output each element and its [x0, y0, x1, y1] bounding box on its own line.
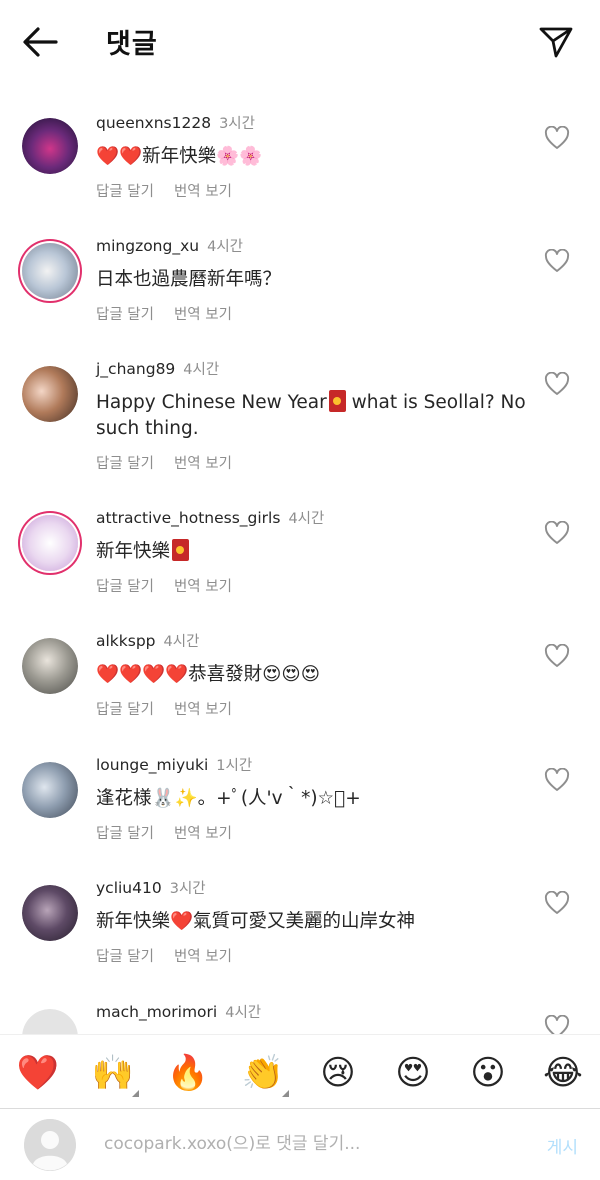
- reply-button[interactable]: 답글 달기: [96, 826, 154, 842]
- comment-time: 3시간: [219, 116, 255, 132]
- comment-time: 3시간: [169, 881, 206, 897]
- comment-time: 4시간: [163, 634, 200, 650]
- page-title: 댓글: [106, 29, 158, 60]
- translate-button[interactable]: 번역 보기: [174, 184, 232, 200]
- comment-time: 1시간: [216, 758, 253, 774]
- comment-text: 逢花様🐰✨。+ﾟ(人'v｀*)☆ﾟ+: [96, 788, 361, 809]
- default-user-icon: [24, 1119, 76, 1171]
- comment-text-part: 新年快樂: [96, 541, 171, 562]
- laughing-tears-emoji-icon[interactable]: 😂: [541, 1051, 585, 1095]
- avatar[interactable]: [22, 515, 78, 571]
- comment-item: j_chang89 4시간 Happy Chinese New Year what…: [0, 346, 600, 495]
- heart-icon[interactable]: [544, 521, 570, 545]
- crying-face-emoji-icon[interactable]: 😢: [316, 1051, 360, 1095]
- comment-username[interactable]: ycliu410: [96, 879, 162, 897]
- comment-text: 日本也過農曆新年嗎？: [96, 269, 282, 290]
- comment-item: lounge_miyuki 1시간 逢花様🐰✨。+ﾟ(人'v｀*)☆ﾟ+ 답글 달…: [0, 742, 600, 865]
- comment-username[interactable]: mach_morimori: [96, 1003, 217, 1021]
- comment-username[interactable]: attractive_hotness_girls: [96, 509, 280, 527]
- back-arrow-icon[interactable]: [20, 24, 60, 60]
- comment-username[interactable]: alkkspp: [96, 632, 156, 650]
- fire-emoji-icon[interactable]: 🔥: [166, 1051, 210, 1095]
- reply-button[interactable]: 답글 달기: [96, 949, 154, 965]
- skin-tone-indicator-icon: [132, 1090, 139, 1097]
- comment-time: 4시간: [207, 239, 244, 255]
- avatar[interactable]: [22, 366, 78, 422]
- comment-item: alkkspp 4시간 ❤️❤️❤️❤️恭喜發財😍😍😍 답글 달기 번역 보기: [0, 618, 600, 742]
- comment-time: 4시간: [225, 1005, 262, 1021]
- comment-item: queenxns1228 3시간 ❤️❤️新年快樂🌸🌸 답글 달기 번역 보기: [0, 100, 600, 223]
- heart-icon[interactable]: [544, 644, 570, 668]
- raising-hands-emoji-glyph: 🙌: [91, 1053, 135, 1093]
- comment-time: 4시간: [288, 511, 325, 527]
- comment-username[interactable]: j_chang89: [96, 360, 175, 378]
- reply-button[interactable]: 답글 달기: [96, 184, 154, 200]
- comment-text: ❤️❤️新年快樂🌸🌸: [96, 146, 263, 167]
- red-envelope-icon: [328, 390, 346, 412]
- heart-icon[interactable]: [544, 768, 570, 792]
- avatar[interactable]: [22, 243, 78, 299]
- comment-item: attractive_hotness_girls 4시간 新年快樂 답글 달기 번역…: [0, 495, 600, 618]
- reply-button[interactable]: 답글 달기: [96, 579, 154, 595]
- reply-button[interactable]: 답글 달기: [96, 456, 154, 472]
- translate-button[interactable]: 번역 보기: [174, 702, 232, 718]
- translate-button[interactable]: 번역 보기: [174, 826, 232, 842]
- heart-icon[interactable]: [544, 1015, 570, 1034]
- top-bar: 댓글: [0, 0, 600, 86]
- avatar[interactable]: [22, 638, 78, 694]
- comment-item: mingzong_xu 4시간 日本也過農曆新年嗎？ 답글 달기 번역 보기: [0, 223, 600, 346]
- comment-composer: 게시: [0, 1108, 600, 1180]
- translate-button[interactable]: 번역 보기: [174, 456, 232, 472]
- raising-hands-emoji-icon[interactable]: 🙌: [91, 1051, 139, 1097]
- avatar[interactable]: [22, 118, 78, 174]
- reply-button[interactable]: 답글 달기: [96, 702, 154, 718]
- heart-icon[interactable]: [544, 372, 570, 396]
- avatar[interactable]: [22, 885, 78, 941]
- comment-text: 新年快樂: [96, 539, 536, 565]
- heart-icon[interactable]: [544, 249, 570, 273]
- comment-text: Happy Chinese New Year what is Seollal? …: [96, 390, 536, 442]
- comment-text-part: Happy Chinese New Year: [96, 392, 327, 413]
- comment-input[interactable]: [104, 1129, 504, 1159]
- translate-button[interactable]: 번역 보기: [174, 579, 232, 595]
- send-icon[interactable]: [538, 24, 574, 60]
- comment-time: 4시간: [183, 362, 220, 378]
- avatar[interactable]: [22, 762, 78, 818]
- comment-username[interactable]: queenxns1228: [96, 114, 211, 132]
- translate-button[interactable]: 번역 보기: [174, 949, 232, 965]
- clapping-hands-emoji-glyph: 👏: [241, 1053, 285, 1093]
- comment-username[interactable]: mingzong_xu: [96, 237, 199, 255]
- heart-emoji-icon[interactable]: ❤️: [16, 1051, 60, 1095]
- clapping-hands-emoji-icon[interactable]: 👏: [241, 1051, 289, 1097]
- my-avatar: [24, 1119, 76, 1171]
- heart-icon[interactable]: [544, 891, 570, 915]
- surprised-face-emoji-icon[interactable]: 😮: [466, 1051, 510, 1095]
- skin-tone-indicator-icon: [282, 1090, 289, 1097]
- avatar[interactable]: [22, 1009, 78, 1034]
- reply-button[interactable]: 답글 달기: [96, 307, 154, 323]
- comment-text: 新年快樂❤️氣質可愛又美麗的山岸女神: [96, 911, 416, 932]
- post-button[interactable]: 게시: [547, 1133, 578, 1158]
- comment-username[interactable]: lounge_miyuki: [96, 756, 208, 774]
- red-envelope-icon: [172, 539, 190, 561]
- heart-eyes-emoji-icon[interactable]: 😍: [391, 1051, 435, 1095]
- comment-item: ycliu410 3시간 新年快樂❤️氣質可愛又美麗的山岸女神 답글 달기 번역 보…: [0, 865, 600, 989]
- emoji-reaction-bar: ❤️ 🙌 🔥 👏 😢 😍 😮 😂: [0, 1034, 600, 1108]
- comments-list[interactable]: queenxns1228 3시간 ❤️❤️新年快樂🌸🌸 답글 달기 번역 보기 mi…: [0, 100, 600, 1034]
- comment-text: ❤️❤️❤️❤️恭喜發財😍😍😍: [96, 664, 320, 685]
- comment-item: mach_morimori 4시간: [0, 989, 600, 1034]
- translate-button[interactable]: 번역 보기: [174, 307, 232, 323]
- heart-icon[interactable]: [544, 126, 570, 150]
